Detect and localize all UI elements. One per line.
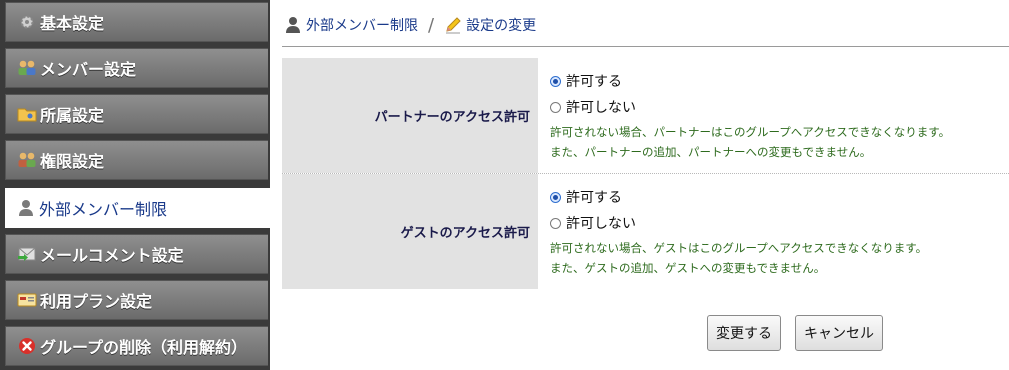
sidebar-item-label: 外部メンバー制限 [39,200,168,219]
guest-note-line2: また、ゲストの追加、ゲストへの変更もできません。 [550,261,826,275]
folder-icon [16,104,38,124]
sidebar-item-label: 権限設定 [40,152,105,171]
partner-allow-radio[interactable] [550,75,561,87]
partner-access-row: パートナーのアクセス許可 許可する 許可しない 許可されない場合、パートナーはこ… [282,58,1009,173]
sidebar-item-permission-settings[interactable]: 権限設定 [5,140,268,180]
settings-table: パートナーのアクセス許可 許可する 許可しない 許可されない場合、パートナーはこ… [282,58,1009,289]
partner-deny-label: 許可しない [566,100,636,116]
mail-icon [16,244,38,264]
breadcrumb-current: 設定の変更 [466,18,537,34]
partner-access-options: 許可する 許可しない 許可されない場合、パートナーはこのグループへアクセスできな… [538,58,1009,173]
guest-note-line1: 許可されない場合、ゲストはこのグループへアクセスできなくなります。 [550,241,928,255]
sidebar-item-label: メンバー設定 [40,60,137,79]
sidebar-item-label: 基本設定 [40,14,105,33]
sidebar-item-external-member-limits[interactable]: 外部メンバー制限 [5,188,270,228]
gear-icon [16,12,38,32]
main-content: 外部メンバー制限 / 設定の変更 パートナーのアクセス許可 許可する 許可しない… [270,0,1009,370]
guest-access-row: ゲストのアクセス許可 許可する 許可しない 許可されない場合、ゲストはこのグルー… [282,173,1009,289]
partner-allow-label: 許可する [566,74,622,90]
sidebar: 基本設定 メンバー設定 所属設定 権限設定 外部メンバー制限 メールコメント設定 [0,0,270,370]
partner-deny-radio[interactable] [550,101,561,113]
partner-note-line2: また、パートナーの追加、パートナーへの変更もできません。 [550,145,872,159]
sidebar-item-label: グループの削除（利用解約） [40,338,248,357]
sidebar-item-label: メールコメント設定 [40,246,184,265]
submit-button[interactable]: 変更する [707,315,781,351]
partner-access-note: 許可されない場合、パートナーはこのグループへアクセスできなくなります。 また、パ… [550,122,1009,162]
sidebar-item-member-settings[interactable]: メンバー設定 [5,48,268,88]
person-icon [15,198,37,218]
guest-deny-radio[interactable] [550,217,561,229]
guest-access-options: 許可する 許可しない 許可されない場合、ゲストはこのグループへアクセスできなくな… [538,174,1009,289]
partner-allow-option[interactable]: 許可する [550,68,1009,94]
delete-icon [16,336,38,356]
guest-deny-label: 許可しない [566,216,636,232]
plan-card-icon [16,290,38,310]
partner-note-line1: 許可されない場合、パートナーはこのグループへアクセスできなくなります。 [550,125,951,139]
sidebar-item-plan-settings[interactable]: 利用プラン設定 [5,280,268,320]
breadcrumb: 外部メンバー制限 / 設定の変更 [284,12,536,38]
guest-allow-radio[interactable] [550,191,561,203]
permissions-icon [16,150,38,170]
guest-access-note: 許可されない場合、ゲストはこのグループへアクセスできなくなります。 また、ゲスト… [550,238,1009,278]
form-actions: 変更する キャンセル [707,315,883,351]
sidebar-item-label: 所属設定 [40,106,105,125]
guest-allow-label: 許可する [566,190,622,206]
guest-access-label: ゲストのアクセス許可 [282,174,538,289]
person-icon [284,16,302,34]
guest-deny-option[interactable]: 許可しない [550,210,1009,236]
sidebar-item-label: 利用プラン設定 [40,292,153,311]
breadcrumb-separator: / [428,14,435,36]
members-icon [16,58,38,78]
breadcrumb-parent-link[interactable]: 外部メンバー制限 [306,15,418,35]
pencil-icon [444,16,462,34]
sidebar-item-mail-comment-settings[interactable]: メールコメント設定 [5,234,268,274]
sidebar-item-affiliation-settings[interactable]: 所属設定 [5,94,268,134]
partner-access-label: パートナーのアクセス許可 [282,58,538,173]
guest-allow-option[interactable]: 許可する [550,184,1009,210]
partner-deny-option[interactable]: 許可しない [550,94,1009,120]
sidebar-item-basic-settings[interactable]: 基本設定 [5,2,268,42]
breadcrumb-divider [282,46,1009,47]
cancel-button[interactable]: キャンセル [795,315,883,351]
sidebar-item-delete-group[interactable]: グループの削除（利用解約） [5,326,268,366]
